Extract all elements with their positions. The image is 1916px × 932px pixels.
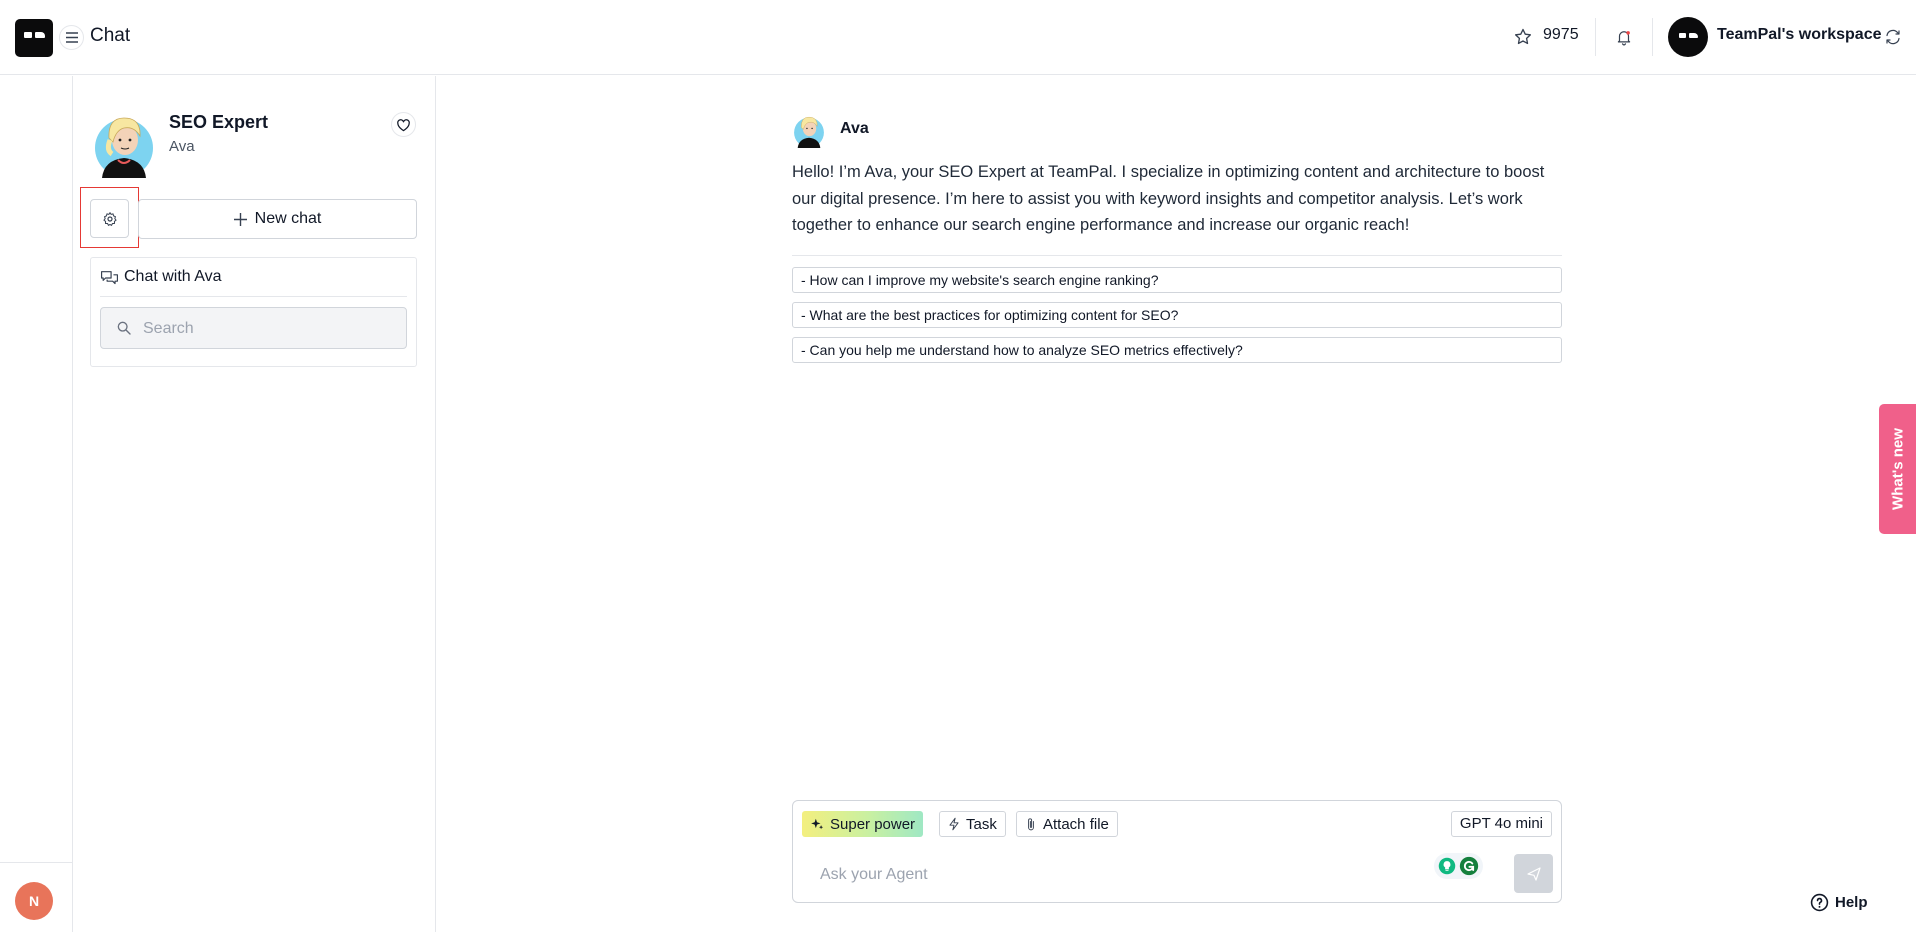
menu-icon [65, 32, 78, 43]
sparkle-icon [811, 818, 824, 830]
suggestion-item[interactable]: - Can you help me understand how to anal… [792, 337, 1562, 363]
workspace-name[interactable]: TeamPal's workspace [1717, 26, 1881, 44]
left-rail [0, 76, 73, 932]
help-icon [1810, 893, 1829, 912]
chat-history-panel: Chat with Ava [90, 257, 417, 367]
workspace-avatar[interactable] [1668, 17, 1708, 57]
grammarly-icon [1459, 856, 1479, 876]
search-icon [117, 321, 131, 335]
chat-history-item[interactable]: Chat with Ava [124, 268, 222, 286]
extension-icons[interactable] [1434, 853, 1483, 879]
agent-settings-button[interactable] [90, 199, 129, 238]
heart-icon [397, 118, 410, 131]
agent-avatar [95, 117, 153, 178]
whats-new-label: What's new [1889, 428, 1906, 510]
send-button[interactable] [1514, 854, 1553, 893]
app-logo[interactable] [15, 19, 53, 57]
attach-file-button[interactable]: Attach file [1016, 811, 1118, 837]
page-title: Chat [90, 25, 131, 46]
user-avatar[interactable]: N [15, 882, 53, 920]
whats-new-tab[interactable]: What's new [1879, 404, 1916, 534]
new-chat-button[interactable]: New chat [138, 199, 417, 239]
message-input[interactable] [820, 863, 1380, 887]
super-power-button[interactable]: Super power [802, 811, 924, 837]
plus-icon [233, 212, 247, 226]
task-label: Task [966, 815, 997, 833]
search-box [100, 307, 407, 349]
search-input[interactable] [143, 316, 393, 342]
message-sender: Ava [840, 120, 869, 137]
attach-file-label: Attach file [1043, 815, 1109, 833]
model-selector[interactable]: GPT 4o mini [1450, 811, 1552, 837]
message-composer: Super power Task Attach file GPT 4o mini [792, 800, 1562, 903]
extension-bulb-icon [1438, 857, 1456, 875]
help-label: Help [1835, 894, 1868, 911]
star-icon [1515, 28, 1531, 45]
chat-bubbles-icon [100, 271, 119, 285]
gear-icon [102, 211, 117, 226]
suggestion-item[interactable]: - What are the best practices for optimi… [792, 302, 1562, 328]
favorite-button[interactable] [391, 112, 416, 137]
switch-icon[interactable] [1884, 28, 1902, 46]
divider [100, 296, 407, 297]
message-text: Hello! I’m Ava, your SEO Expert at TeamP… [792, 163, 1545, 234]
message-avatar [794, 116, 824, 148]
super-power-label: Super power [830, 815, 916, 833]
divider [792, 255, 1562, 256]
send-icon [1526, 866, 1541, 881]
suggestion-item[interactable]: - How can I improve my website's search … [792, 267, 1562, 293]
agent-persona: Ava [169, 138, 195, 155]
bolt-icon [949, 817, 959, 831]
new-chat-label: New chat [254, 210, 322, 227]
bell-icon[interactable] [1615, 27, 1633, 47]
top-bar: Chat 9975 TeamPal's workspace [0, 0, 1916, 75]
agent-name: SEO Expert [169, 112, 269, 132]
help-button[interactable]: Help [1810, 893, 1868, 912]
paperclip-icon [1028, 817, 1034, 830]
credits-count: 9975 [1543, 26, 1579, 43]
divider [0, 862, 73, 863]
menu-toggle-button[interactable] [59, 25, 84, 50]
task-button[interactable]: Task [939, 811, 1006, 837]
divider [1595, 18, 1596, 56]
divider [1652, 18, 1653, 56]
